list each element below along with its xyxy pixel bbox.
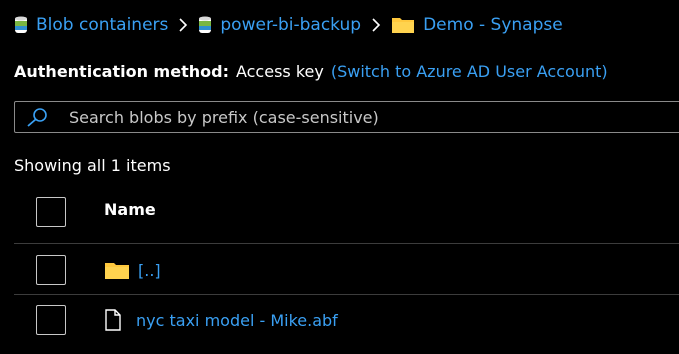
row-name: nyc taxi model - Mike.abf bbox=[136, 310, 338, 330]
folder-icon bbox=[104, 260, 130, 280]
blob-explorer: Blob containers power-bi-backup Demo - S… bbox=[0, 0, 679, 354]
breadcrumb-label: Blob containers bbox=[36, 15, 169, 35]
row-name: [..] bbox=[138, 260, 161, 280]
folder-icon bbox=[391, 15, 415, 35]
chevron-right-icon bbox=[371, 18, 381, 32]
auth-method-row: Authentication method: Access key (Switc… bbox=[14, 62, 608, 81]
breadcrumb: Blob containers power-bi-backup Demo - S… bbox=[14, 10, 563, 40]
breadcrumb-label: Demo - Synapse bbox=[423, 15, 563, 35]
table-row[interactable]: nyc taxi model - Mike.abf bbox=[104, 307, 338, 333]
breadcrumb-demo-synapse[interactable]: Demo - Synapse bbox=[391, 15, 563, 35]
breadcrumb-blob-containers[interactable]: Blob containers bbox=[14, 15, 168, 35]
row-checkbox[interactable] bbox=[36, 305, 66, 335]
table-row[interactable]: [..] bbox=[104, 257, 161, 283]
auth-method-value: Access key bbox=[235, 62, 324, 81]
column-header-name[interactable]: Name bbox=[104, 200, 156, 219]
divider bbox=[14, 294, 679, 295]
search-input[interactable] bbox=[69, 107, 629, 127]
select-all-checkbox[interactable] bbox=[36, 197, 66, 227]
breadcrumb-power-bi-backup[interactable]: power-bi-backup bbox=[198, 15, 361, 35]
search-icon bbox=[25, 107, 55, 127]
divider bbox=[14, 243, 679, 244]
container-icon bbox=[198, 15, 212, 35]
file-icon bbox=[104, 309, 122, 331]
search-box bbox=[14, 101, 679, 133]
auth-method-label: Authentication method: bbox=[14, 62, 229, 81]
breadcrumb-label: power-bi-backup bbox=[220, 15, 362, 35]
switch-auth-link[interactable]: (Switch to Azure AD User Account) bbox=[331, 62, 608, 81]
chevron-right-icon bbox=[178, 18, 188, 32]
items-count: Showing all 1 items bbox=[14, 156, 171, 175]
row-checkbox[interactable] bbox=[36, 255, 66, 285]
container-icon bbox=[14, 15, 28, 35]
